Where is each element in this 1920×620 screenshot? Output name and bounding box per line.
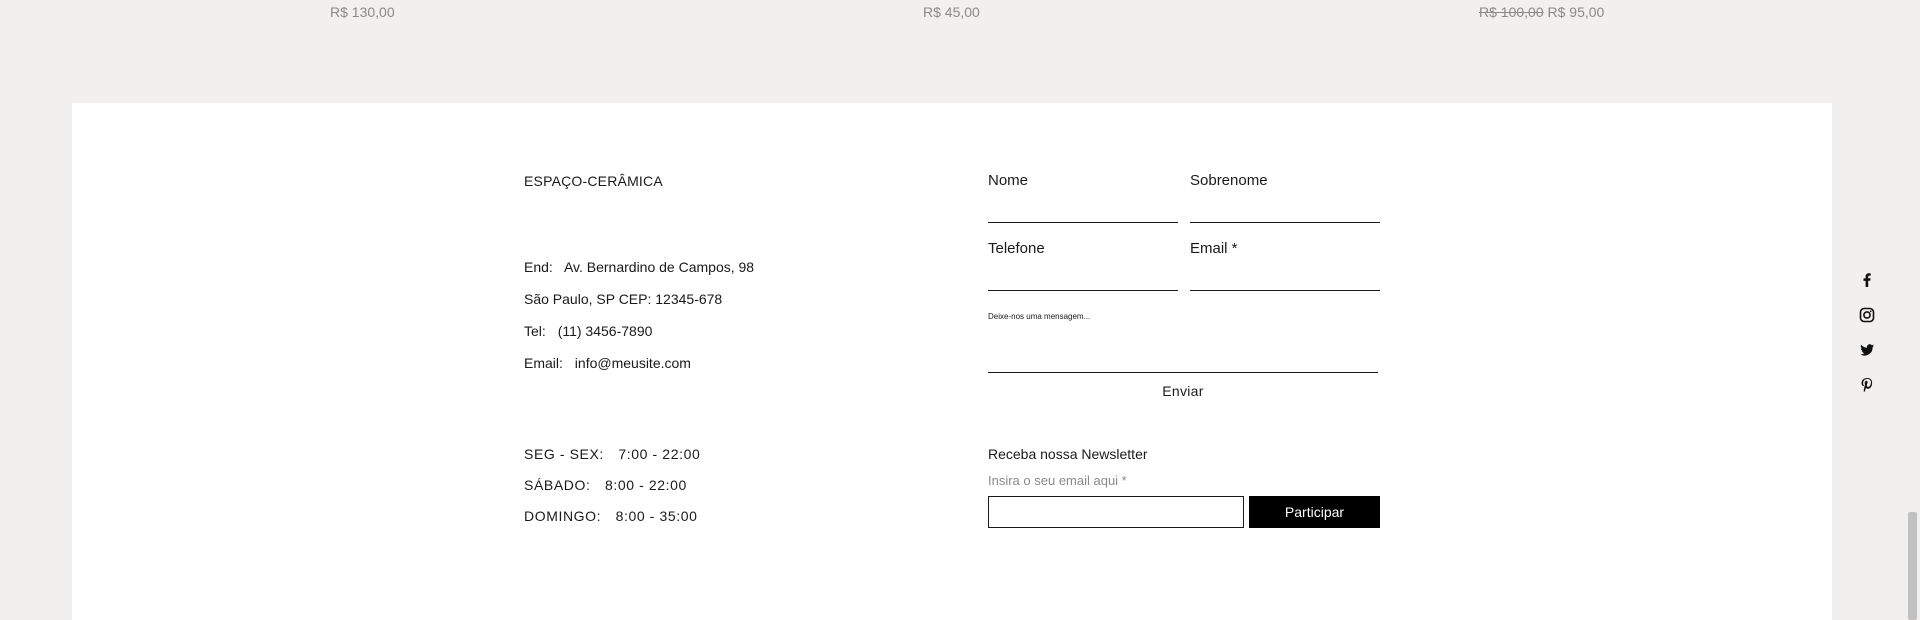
first-name-field[interactable]: Nome [988, 171, 1178, 226]
email-field-label: Email * [1190, 240, 1238, 257]
phone-field[interactable]: Telefone [988, 239, 1178, 294]
twitter-icon[interactable] [1857, 340, 1877, 360]
field-underline [988, 222, 1178, 223]
product-price: R$ 130,00 [330, 4, 395, 20]
email-line: Email: info@meusite.com [524, 354, 754, 386]
address-label: End: [524, 259, 553, 275]
hours-day: SEG - SEX: [524, 446, 604, 462]
price-current: R$ 95,00 [1547, 4, 1605, 20]
hours-row: DOMINGO: 8:00 - 35:00 [524, 507, 700, 538]
contact-info: End: Av. Bernardino de Campos, 98 São Pa… [524, 258, 754, 386]
site-footer: ESPAÇO-CERÂMICA End: Av. Bernardino de C… [72, 103, 1832, 620]
address-line-2: São Paulo, SP CEP: 12345-678 [524, 291, 723, 307]
page: R$ 130,00 R$ 45,00 R$ 100,00 R$ 95,00 ES… [0, 0, 1920, 620]
facebook-icon[interactable] [1857, 270, 1877, 290]
hours-time: 7:00 - 22:00 [618, 446, 701, 462]
send-button[interactable]: Enviar [988, 383, 1378, 399]
social-bar [1857, 270, 1877, 410]
phone-field-label: Telefone [988, 240, 1045, 257]
message-field[interactable]: Deixe-nos uma mensagem... [988, 311, 1378, 373]
price-original: R$ 100,00 [1479, 4, 1544, 20]
field-underline [1190, 290, 1380, 291]
opening-hours: SEG - SEX: 7:00 - 22:00 SÁBADO: 8:00 - 2… [524, 445, 700, 538]
product-price-strip: R$ 130,00 R$ 45,00 R$ 100,00 R$ 95,00 [0, 0, 1905, 103]
first-name-label: Nome [988, 172, 1029, 189]
message-placeholder: Deixe-nos uma mensagem... [988, 312, 1091, 321]
email-value[interactable]: info@meusite.com [575, 355, 691, 371]
hours-time: 8:00 - 22:00 [604, 477, 687, 493]
brand-name: ESPAÇO-CERÂMICA [524, 173, 663, 189]
hours-time: 8:00 - 35:00 [615, 508, 698, 524]
last-name-field[interactable]: Sobrenome [1190, 171, 1380, 226]
address-value: Av. Bernardino de Campos, 98 [563, 259, 755, 275]
address-line: End: Av. Bernardino de Campos, 98 [524, 258, 754, 290]
email-field[interactable]: Email * [1190, 239, 1380, 294]
product-price: R$ 100,00 R$ 95,00 [1479, 4, 1604, 20]
hours-row: SÁBADO: 8:00 - 22:00 [524, 476, 700, 507]
pinterest-icon[interactable] [1857, 375, 1877, 395]
field-underline [988, 290, 1178, 291]
newsletter-email-label: Insira o seu email aqui * [988, 473, 1127, 488]
newsletter-email-input[interactable] [988, 496, 1244, 528]
newsletter-join-button[interactable]: Participar [1249, 496, 1380, 528]
product-price: R$ 45,00 [923, 4, 980, 20]
field-underline [988, 372, 1378, 373]
price-current: R$ 45,00 [923, 4, 980, 20]
phone-label: Tel: [524, 323, 546, 339]
phone-line: Tel: (11) 3456-7890 [524, 322, 754, 354]
scrollbar-thumb[interactable] [1908, 512, 1917, 620]
instagram-icon[interactable] [1857, 305, 1877, 325]
phone-value: (11) 3456-7890 [557, 323, 653, 339]
hours-day: SÁBADO: [524, 477, 591, 493]
newsletter-title: Receba nossa Newsletter [988, 446, 1148, 462]
hours-row: SEG - SEX: 7:00 - 22:00 [524, 445, 700, 476]
hours-day: DOMINGO: [524, 508, 602, 524]
price-current: R$ 130,00 [330, 4, 395, 20]
last-name-label: Sobrenome [1190, 172, 1268, 189]
email-label: Email: [524, 355, 563, 371]
field-underline [1190, 222, 1380, 223]
